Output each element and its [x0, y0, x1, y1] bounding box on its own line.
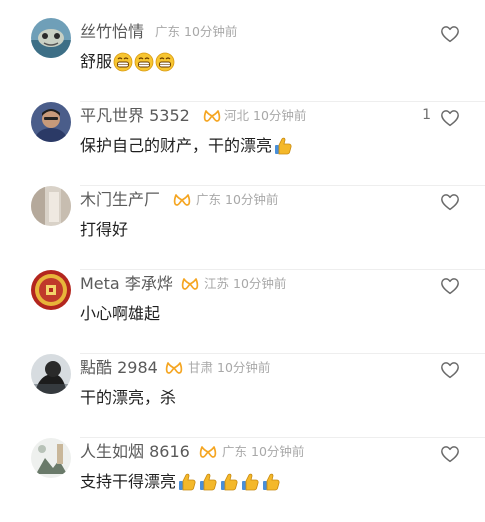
timestamp: 10分钟前 [225, 192, 279, 207]
thumbs-up-emoji [221, 473, 238, 491]
thumbs-up-emoji [179, 473, 196, 491]
location: 广东 [155, 24, 181, 39]
badge-icon [165, 362, 183, 374]
heart-icon[interactable] [440, 445, 460, 463]
location-time: 江苏 10分钟前 [204, 275, 286, 293]
comment-text: 舒服 [80, 52, 113, 71]
grin-emoji [155, 52, 175, 72]
comment-text-line: 打得好 [80, 219, 128, 241]
comment-text: 干的漂亮，杀 [80, 388, 177, 407]
comment-item: 平凡世界 5352 河北 10分钟前 保护自己的财产，干的漂亮 1 [0, 102, 485, 186]
location-time: 广东 10分钟前 [222, 443, 304, 461]
location-time: 甘肃 10分钟前 [188, 359, 270, 377]
comment-list: 丝竹怡情 广东 10分钟前 舒服 平凡世界 5352 河北 10分钟前 保护自己… [0, 0, 485, 505]
username[interactable]: 人生如烟 8616 [80, 441, 190, 463]
comment-text-line: 小心啊雄起 [80, 303, 160, 325]
thumbs-up-emoji [275, 137, 292, 155]
heart-icon[interactable] [440, 109, 460, 127]
comment-text: 保护自己的财产，干的漂亮 [80, 136, 273, 155]
location-time: 河北 10分钟前 [224, 107, 306, 125]
badge-icon [203, 110, 221, 122]
username[interactable]: Meta 李承烨 [80, 273, 173, 295]
grin-emoji [134, 52, 154, 72]
username[interactable]: 點酷 2984 [80, 357, 158, 379]
username[interactable]: 丝竹怡情 [80, 21, 144, 43]
avatar[interactable] [31, 102, 71, 142]
timestamp: 10分钟前 [253, 108, 307, 123]
location: 河北 [224, 108, 250, 123]
comment-item: Meta 李承烨 江苏 10分钟前 小心啊雄起 [0, 270, 485, 354]
badge-icon [173, 194, 191, 206]
timestamp: 10分钟前 [184, 24, 238, 39]
heart-icon[interactable] [440, 25, 460, 43]
comment-text-line: 支持干得漂亮 [80, 471, 281, 493]
badge-icon [181, 278, 199, 290]
grin-emoji [113, 52, 133, 72]
location: 广东 [196, 192, 222, 207]
username[interactable]: 平凡世界 5352 [80, 105, 190, 127]
comment-text-line: 保护自己的财产，干的漂亮 [80, 135, 293, 157]
like-count: 1 [422, 107, 431, 123]
comment-text-line: 干的漂亮，杀 [80, 387, 176, 409]
comment-text: 支持干得漂亮 [80, 472, 177, 491]
comment-item: 人生如烟 8616 广东 10分钟前 支持干得漂亮 [0, 438, 485, 522]
comment-item: 丝竹怡情 广东 10分钟前 舒服 [0, 18, 485, 102]
location-time: 广东 10分钟前 [196, 191, 278, 209]
location: 广东 [222, 444, 248, 459]
comment-item: 木门生产厂 广东 10分钟前 打得好 [0, 186, 485, 270]
timestamp: 10分钟前 [233, 276, 287, 291]
avatar[interactable] [31, 186, 71, 226]
location-time: 广东 10分钟前 [155, 23, 237, 41]
thumbs-up-emoji [200, 473, 217, 491]
avatar[interactable] [31, 270, 71, 310]
location: 江苏 [204, 276, 230, 291]
avatar[interactable] [31, 438, 71, 478]
heart-icon[interactable] [440, 277, 460, 295]
location: 甘肃 [188, 360, 214, 375]
avatar[interactable] [31, 18, 71, 58]
thumbs-up-emoji [263, 473, 280, 491]
timestamp: 10分钟前 [217, 360, 271, 375]
badge-icon [199, 446, 217, 458]
thumbs-up-emoji [242, 473, 259, 491]
comment-item: 點酷 2984 甘肃 10分钟前 干的漂亮，杀 [0, 354, 485, 438]
username[interactable]: 木门生产厂 [80, 189, 160, 211]
comment-text: 小心啊雄起 [80, 304, 161, 323]
heart-icon[interactable] [440, 361, 460, 379]
comment-text: 打得好 [80, 220, 129, 239]
avatar[interactable] [31, 354, 71, 394]
timestamp: 10分钟前 [251, 444, 305, 459]
comment-text-line: 舒服 [80, 51, 175, 73]
heart-icon[interactable] [440, 193, 460, 211]
